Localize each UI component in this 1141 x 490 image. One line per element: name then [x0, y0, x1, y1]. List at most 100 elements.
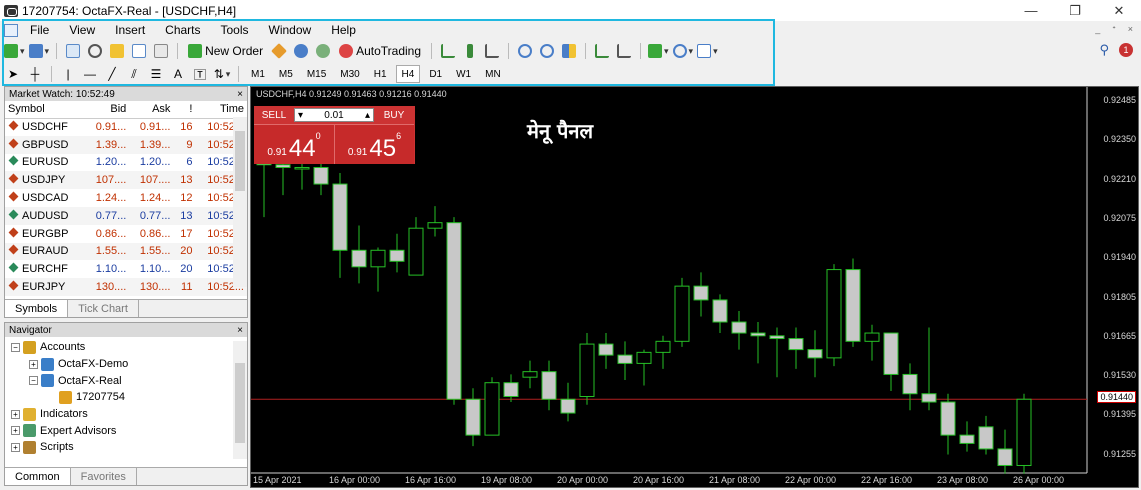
symbol-row[interactable]: EURJPY 130.... 130.... 11 10:52... [5, 278, 247, 296]
navigator-item[interactable]: + Expert Advisors [5, 422, 247, 439]
expand-icon[interactable]: + [29, 359, 38, 369]
navigator-item-label: OctaFX-Real [58, 374, 122, 387]
column-time[interactable]: Time [195, 101, 247, 119]
symbol-row[interactable]: USDCHF 0.91... 0.91... 16 10:52... [5, 118, 247, 136]
candle [712, 294, 728, 334]
lot-increase-icon[interactable]: ▴ [365, 110, 370, 121]
navigator-item[interactable]: + OctaFX-Demo [5, 356, 247, 373]
tab-symbols[interactable]: Symbols [5, 300, 69, 317]
mdi-minimize-button[interactable]: _ [1095, 24, 1100, 35]
symbol-row[interactable]: AUDUSD 0.77... 0.77... 13 10:52... [5, 206, 247, 225]
expand-icon[interactable]: − [29, 376, 38, 386]
tab-tick-chart[interactable]: Tick Chart [68, 300, 139, 317]
market-watch-scrollbar[interactable] [233, 117, 247, 287]
tab-common[interactable]: Common [5, 468, 71, 485]
candle [940, 393, 956, 455]
spread-cell: 17 [180, 227, 193, 240]
lot-size-input[interactable]: ▾ 0.01 ▴ [294, 108, 374, 122]
search-icon[interactable]: ⚲ [1099, 42, 1109, 58]
octafx-demo-icon [41, 357, 54, 371]
lot-decrease-icon[interactable]: ▾ [298, 110, 303, 121]
candle [427, 206, 443, 237]
one-click-trading-panel: SELL ▾ 0.01 ▴ BUY 0.91 44 0 0.91 45 6 [254, 106, 415, 164]
bear-candle-body [769, 335, 785, 340]
accounts-icon [23, 340, 36, 354]
buy-button[interactable]: BUY [374, 110, 414, 121]
symbol-row[interactable]: USDJPY 107.... 107.... 13 10:52... [5, 171, 247, 190]
minimize-button[interactable]: — [1009, 0, 1053, 21]
expand-icon[interactable]: + [11, 442, 20, 452]
expert-advisors-icon [23, 424, 36, 438]
navigator-scrollbar[interactable] [233, 341, 247, 459]
price-label: 0.92210 [1103, 173, 1136, 184]
navigator-item-label: Indicators [40, 408, 88, 421]
bid-cell: 0.91... [95, 121, 127, 134]
symbol-row[interactable]: EURCHF 1.10... 1.10... 20 10:52... [5, 260, 247, 278]
expand-icon[interactable]: + [11, 409, 20, 419]
bear-candle-body [313, 166, 329, 185]
bear-candle-body [731, 321, 747, 334]
chart-window[interactable]: USDCHF,H4 0.91249 0.91463 0.91216 0.9144… [250, 86, 1139, 488]
time-label: 26 Apr 00:00 [1013, 475, 1065, 485]
column-symbol[interactable]: Symbol [5, 101, 86, 119]
symbol-row[interactable]: EURAUD 1.55... 1.55... 20 10:52... [5, 242, 247, 261]
current-price-label: 0.91440 [1097, 391, 1136, 403]
symbol-row[interactable]: EURGBP 0.86... 0.86... 17 10:52... [5, 225, 247, 243]
mdi-restore-button[interactable]: ᐩ [1112, 24, 1116, 35]
arrow-up-icon [8, 156, 19, 166]
bear-candle-body [275, 164, 291, 168]
bear-candle-body [617, 354, 633, 364]
candle [503, 374, 519, 403]
restore-button[interactable]: ❐ [1053, 0, 1097, 21]
candle [864, 324, 880, 361]
price-label: 0.92485 [1103, 95, 1136, 105]
candle [579, 333, 595, 405]
candle [389, 233, 405, 273]
buy-price[interactable]: 0.91 45 6 [334, 124, 414, 164]
symbol-cell: EURJPY [5, 278, 86, 296]
column-spread[interactable]: ! [173, 101, 196, 119]
column-bid[interactable]: Bid [85, 101, 130, 119]
symbol-row[interactable]: EURUSD 1.20... 1.20... 6 10:52... [5, 154, 247, 172]
candle [370, 247, 386, 292]
title-bar: 17207754: OctaFX-Real - [USDCHF,H4] — ❐ … [0, 0, 1141, 21]
candle [693, 272, 709, 317]
symbol-name: GBPUSD [22, 138, 69, 151]
navigator-item[interactable]: − Accounts [5, 339, 247, 356]
price-label: 0.91530 [1103, 370, 1136, 381]
navigator-item[interactable]: + Indicators [5, 406, 247, 423]
navigator-close-button[interactable]: × [237, 325, 243, 336]
price-label: 0.91805 [1103, 291, 1136, 302]
navigator-item[interactable]: − OctaFX-Real [5, 372, 247, 389]
market-watch-header: Market Watch: 10:52:49 × [5, 87, 247, 101]
arrow-down-icon [8, 191, 19, 202]
sell-price[interactable]: 0.91 44 0 [254, 124, 334, 164]
notifications-icon[interactable]: 1 [1119, 43, 1133, 57]
candle [541, 360, 557, 411]
candle [598, 333, 614, 369]
column-ask[interactable]: Ask [129, 101, 174, 119]
candle [902, 363, 918, 411]
time-axis: 15 Apr 2021 16 Apr 00:00 16 Apr 16:00 19 Ap… [251, 473, 1087, 487]
expand-icon[interactable]: + [11, 426, 20, 436]
mdi-close-button[interactable]: × [1128, 24, 1133, 35]
symbol-row[interactable]: USDCAD 1.24... 1.24... 12 10:52... [5, 189, 247, 207]
bid-cell: 107.... [85, 171, 130, 190]
arrow-up-icon [8, 209, 19, 220]
bear-candle-body [560, 398, 576, 414]
expand-icon[interactable]: − [11, 342, 20, 352]
candle [750, 322, 766, 364]
app-icon [4, 4, 18, 17]
arrow-down-icon [8, 280, 19, 291]
tab-favorites[interactable]: Favorites [71, 468, 137, 485]
navigator-item[interactable]: + Scripts [5, 439, 247, 456]
symbol-row[interactable]: GBPUSD 1.39... 1.39... 9 10:52... [5, 135, 247, 154]
navigator-header: Navigator × [5, 323, 247, 337]
sell-button[interactable]: SELL [254, 110, 294, 121]
bull-candle-body [427, 222, 443, 229]
spread-cell: 16 [180, 121, 193, 134]
sell-price-fraction: 0 [315, 131, 321, 141]
market-watch-close-button[interactable]: × [237, 89, 243, 100]
close-button[interactable]: ✕ [1097, 0, 1141, 21]
navigator-item[interactable]: 17207754 [5, 389, 247, 406]
